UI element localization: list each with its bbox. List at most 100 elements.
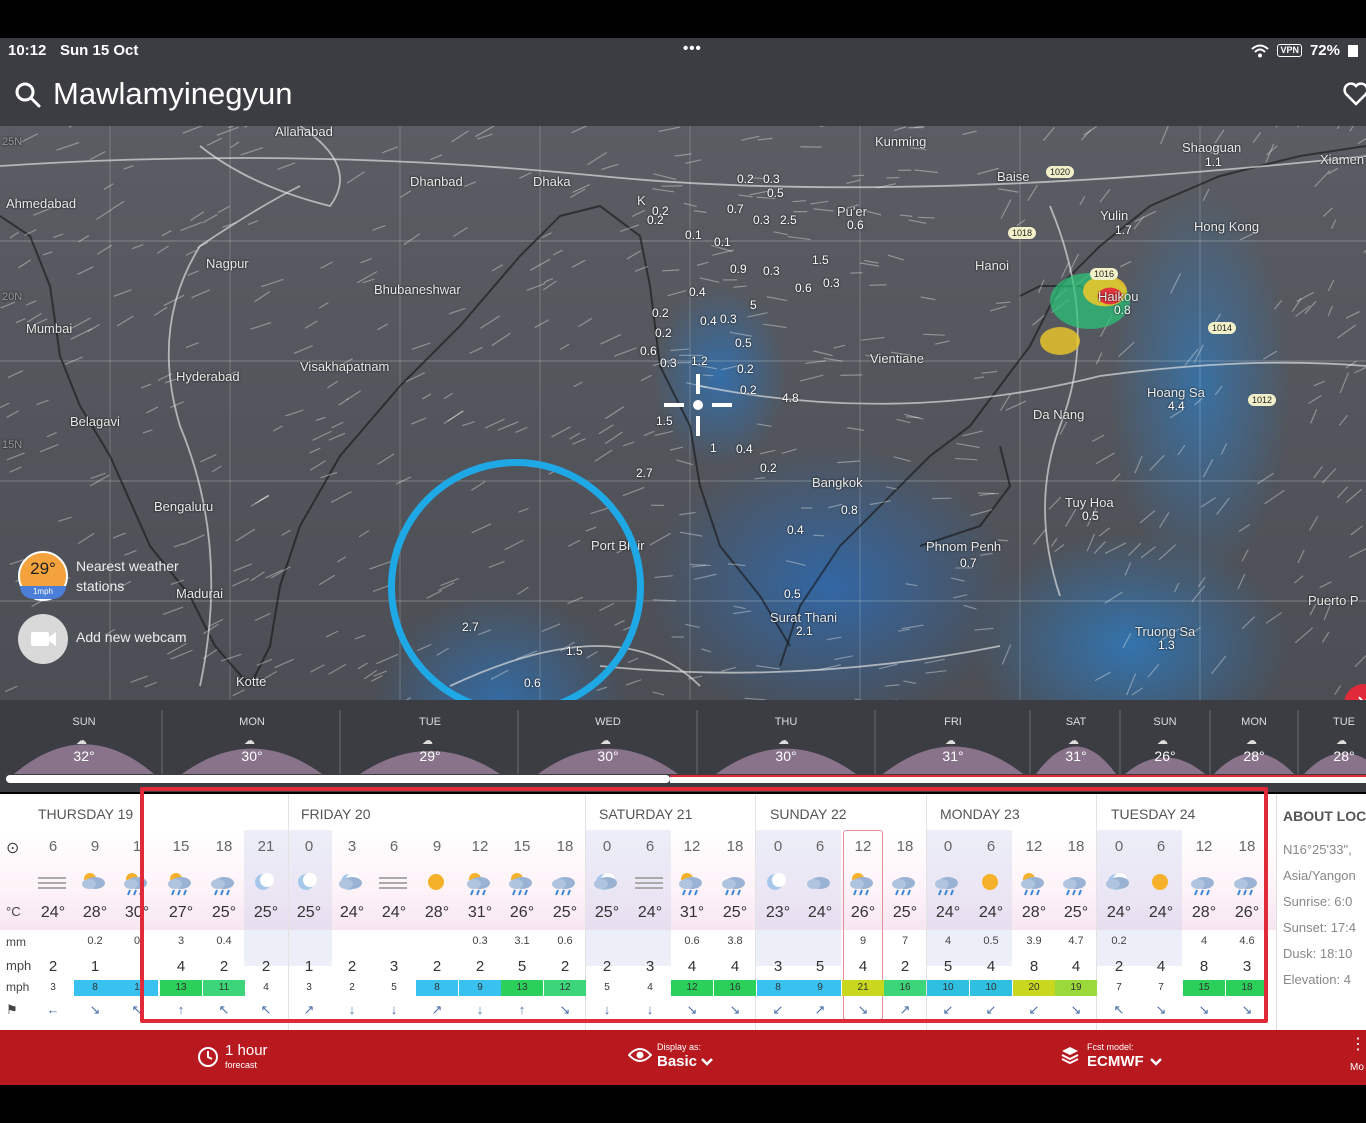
- rain-amount-label: 4.4: [1168, 399, 1185, 413]
- map-place-label: Nagpur: [206, 256, 249, 271]
- map-place-label: Shaoguan: [1182, 140, 1242, 155]
- map-place-label: Da Nang: [1033, 407, 1085, 422]
- isobar-pressure-label: 1016: [1090, 268, 1119, 280]
- flag-icon: ⚑: [6, 1002, 18, 1017]
- map-place-label: Kunming: [875, 134, 927, 149]
- bottom-black-band: [0, 1085, 1366, 1123]
- temperature-cell: 28°: [82, 904, 108, 921]
- webcam-label[interactable]: Add new webcam: [76, 629, 187, 645]
- rain-cell: 0.2: [87, 935, 103, 947]
- week-day-label: WED: [595, 716, 621, 728]
- map-place-label: Allahabad: [275, 126, 333, 139]
- rain-amount-label: 0.6: [795, 281, 812, 295]
- rain-cloud-icon: ☁: [1246, 735, 1257, 747]
- week-day-fri[interactable]: FRI ☁ 31°: [908, 716, 998, 764]
- latitude-label: 20N: [2, 291, 23, 303]
- about-location-panel: ABOUT LOC N16°25'33", Asia/Yangon Sunris…: [1276, 794, 1366, 1030]
- nearest-temp: 29°: [30, 559, 56, 578]
- rain-amount-label: 0.1: [685, 228, 702, 242]
- week-day-label: MON: [1241, 716, 1267, 728]
- week-forecast-strip[interactable]: SUN ☁ 32° MON ☁ 30° TUE ☁ 29° WED ☁ 30° THU …: [0, 700, 1366, 792]
- model-value: ECMWF: [1087, 1053, 1144, 1070]
- status-bar: 10:12 Sun 15 Oct ••• VPN 72%: [0, 38, 1366, 64]
- rain-amount-label: 0.2: [740, 383, 757, 397]
- week-temp: 28°: [1333, 748, 1355, 764]
- rain-amount-label: 0.5: [1082, 509, 1099, 523]
- week-temp: 26°: [1154, 748, 1176, 764]
- top-black-band: [0, 0, 1366, 38]
- about-coords: N16°25'33",: [1283, 842, 1352, 857]
- week-day-mon[interactable]: MON ☁ 28°: [1209, 716, 1299, 764]
- multitask-dots[interactable]: •••: [683, 40, 702, 57]
- map-place-label: Surat Thani: [770, 610, 837, 625]
- nearest-stations-button[interactable]: 29° 1mph: [18, 551, 68, 601]
- rain-amount-label: 0.5: [784, 587, 801, 601]
- rain-cloud-icon: ☁: [422, 735, 433, 747]
- wifi-icon: [1251, 44, 1270, 57]
- fog-icon: [32, 868, 74, 896]
- rain-amount-label: 0.8: [841, 503, 858, 517]
- map-place-label: Hyderabad: [176, 369, 240, 384]
- week-day-sun[interactable]: SUN ☁ 26°: [1120, 716, 1210, 764]
- nearest-wind: 1mph: [20, 586, 66, 599]
- rain-amount-label: 0.6: [640, 344, 657, 358]
- map-place-label: Hong Kong: [1194, 219, 1260, 234]
- about-title: ABOUT LOC: [1283, 808, 1366, 824]
- map-place-label: Baise: [997, 169, 1030, 184]
- week-day-sat[interactable]: SAT ☁ 31°: [1031, 716, 1121, 764]
- search-icon[interactable]: [14, 81, 42, 109]
- rain-amount-label: 0.2: [647, 213, 664, 227]
- map-place-label: Truong Sa: [1135, 624, 1196, 639]
- timeline-scrubber-right[interactable]: [670, 775, 1366, 783]
- rain-amount-label: 0.2: [760, 461, 777, 475]
- rain-amount-label: 2.7: [636, 466, 653, 480]
- more-icon: ⋮: [1350, 1036, 1366, 1053]
- row-label-temp: °C: [6, 904, 21, 919]
- map-place-label: Phnom Penh: [926, 539, 1002, 554]
- week-day-mon[interactable]: MON ☁ 30°: [207, 716, 297, 764]
- weather-map[interactable]: Allahabad Dhanbad Dhaka Ahmedabad Nagpur Bhub…: [0, 126, 1366, 704]
- nearest-stations-label[interactable]: Nearest weather stations: [76, 556, 206, 596]
- rain-amount-label: 5: [750, 298, 757, 312]
- week-temp: 28°: [1243, 748, 1265, 764]
- map-place-label: Dhaka: [533, 174, 571, 189]
- rain-amount-label: 0.3: [753, 213, 770, 227]
- rain-amount-label: 0.3: [763, 264, 780, 278]
- week-day-tue[interactable]: TUE ☁ 28°: [1299, 716, 1366, 764]
- map-place-label: Mumbai: [26, 321, 73, 336]
- location-title[interactable]: Mawlamyinegyun: [53, 76, 293, 112]
- rain-amount-label: 1.5: [812, 253, 829, 267]
- isobar-pressure-label: 1014: [1208, 322, 1237, 334]
- latitude-label: 15N: [2, 439, 23, 451]
- more-button[interactable]: ⋮ Mo: [1350, 1036, 1366, 1074]
- map-place-label: Haikou: [1098, 289, 1139, 304]
- row-label-wind: mph: [6, 958, 32, 973]
- rain-amount-label: 0.3: [660, 356, 677, 370]
- rain-amount-label: 0.3: [823, 276, 840, 290]
- about-dusk: Dusk: 18:10: [1283, 946, 1353, 961]
- wind-direction-arrow: ←: [46, 1002, 60, 1017]
- week-day-label: SUN: [1153, 716, 1177, 728]
- favorite-heart-icon[interactable]: [1342, 80, 1366, 108]
- rain-cloud-icon: ☁: [945, 735, 956, 747]
- map-place-label: Dhanbad: [410, 174, 463, 189]
- rain-amount-label: 0.4: [736, 442, 753, 456]
- week-day-tue[interactable]: TUE ☁ 29°: [385, 716, 475, 764]
- webcam-button[interactable]: [18, 614, 68, 664]
- status-date: Sun 15 Oct: [60, 42, 139, 59]
- week-day-sun[interactable]: SUN ☁ 32°: [39, 716, 129, 764]
- timeline-scrubber-left[interactable]: [6, 775, 670, 783]
- status-right: VPN 72%: [1251, 42, 1358, 59]
- rain-amount-label: 1.1: [1205, 155, 1222, 169]
- week-temp: 32°: [73, 748, 95, 764]
- more-label: Mo: [1350, 1062, 1364, 1073]
- week-day-wed[interactable]: WED ☁ 30°: [563, 716, 653, 764]
- week-day-thu[interactable]: THU ☁ 30°: [741, 716, 831, 764]
- week-temp: 30°: [597, 748, 619, 764]
- week-temp: 30°: [241, 748, 263, 764]
- map-place-label: Hoang Sa: [1147, 385, 1205, 400]
- map-place-label: Belagavi: [70, 414, 120, 429]
- battery-percent: 72%: [1309, 42, 1340, 59]
- week-day-label: SUN: [72, 716, 96, 728]
- hour-label: 9: [90, 838, 100, 855]
